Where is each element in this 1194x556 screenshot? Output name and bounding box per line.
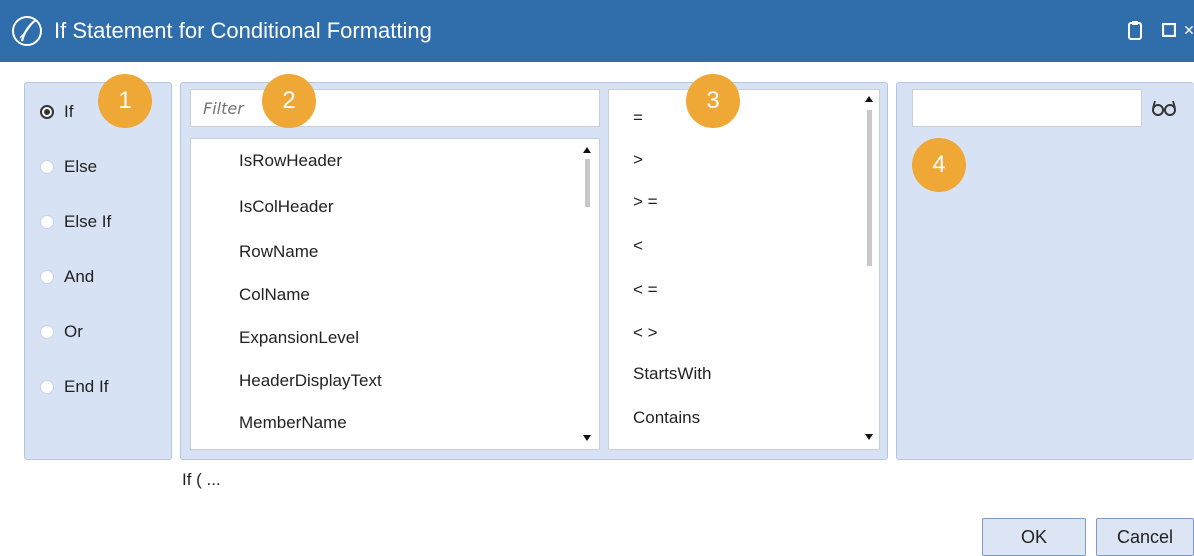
keyword-option-and[interactable]: And bbox=[40, 265, 94, 289]
keyword-label: Else bbox=[64, 157, 98, 176]
list-item[interactable]: > bbox=[633, 150, 643, 170]
radio-button-checked[interactable] bbox=[40, 105, 54, 119]
radio-button[interactable] bbox=[40, 270, 54, 284]
radio-button[interactable] bbox=[40, 215, 54, 229]
list-item[interactable]: > = bbox=[633, 192, 658, 212]
keyword-option-end-if[interactable]: End If bbox=[40, 375, 108, 399]
step-badge-4: 4 bbox=[912, 138, 966, 192]
scrollbar-thumb[interactable] bbox=[867, 110, 872, 266]
step-badge-3: 3 bbox=[686, 74, 740, 128]
list-item[interactable]: ExpansionLevel bbox=[239, 328, 359, 348]
value-input[interactable] bbox=[912, 89, 1142, 127]
ok-button[interactable]: OK bbox=[982, 518, 1086, 556]
step-badge-1: 1 bbox=[98, 74, 152, 128]
keyword-option-else-if[interactable]: Else If bbox=[40, 210, 111, 234]
radio-button[interactable] bbox=[40, 325, 54, 339]
clipboard-button[interactable] bbox=[1124, 14, 1146, 46]
list-item[interactable]: Contains bbox=[633, 408, 700, 428]
clipboard-icon bbox=[1128, 21, 1142, 40]
glasses-button[interactable] bbox=[1150, 98, 1180, 120]
keyword-option-or[interactable]: Or bbox=[40, 320, 83, 344]
scrollbar-thumb[interactable] bbox=[585, 159, 590, 207]
list-item[interactable]: StartsWith bbox=[633, 364, 711, 384]
cancel-button[interactable]: Cancel bbox=[1096, 518, 1194, 556]
keyword-label: And bbox=[64, 267, 95, 286]
glasses-icon bbox=[1152, 100, 1176, 116]
list-item[interactable]: HeaderDisplayText bbox=[239, 371, 382, 391]
list-item[interactable]: ColName bbox=[239, 285, 310, 305]
radio-button[interactable] bbox=[40, 160, 54, 174]
maximize-icon bbox=[1162, 23, 1176, 37]
operator-list[interactable]: = > > = < < = < > StartsWith Contains bbox=[608, 89, 880, 450]
scroll-up-arrow-icon[interactable] bbox=[583, 147, 591, 153]
list-item[interactable]: = bbox=[633, 108, 643, 128]
radio-button[interactable] bbox=[40, 380, 54, 394]
app-logo-icon bbox=[12, 16, 42, 46]
keyword-option-else[interactable]: Else bbox=[40, 155, 97, 179]
list-item[interactable]: < bbox=[633, 236, 643, 256]
filter-input[interactable] bbox=[190, 89, 600, 127]
list-item[interactable]: < > bbox=[633, 323, 658, 343]
step-badge-2: 2 bbox=[262, 74, 316, 128]
keyword-label: If bbox=[64, 102, 74, 121]
list-item[interactable]: IsRowHeader bbox=[239, 151, 342, 171]
keyword-label: End If bbox=[64, 377, 109, 396]
window-title: If Statement for Conditional Formatting bbox=[54, 18, 432, 43]
list-item[interactable]: RowName bbox=[239, 242, 318, 262]
close-button[interactable] bbox=[1184, 14, 1194, 46]
keyword-option-if[interactable]: If bbox=[40, 100, 73, 124]
expression-preview: If ( ... bbox=[182, 470, 221, 489]
close-icon bbox=[1184, 25, 1194, 35]
maximize-button[interactable] bbox=[1158, 14, 1180, 46]
keyword-label: Or bbox=[64, 322, 83, 341]
keyword-label: Else If bbox=[64, 212, 112, 231]
scroll-down-arrow-icon[interactable] bbox=[583, 435, 591, 441]
list-item[interactable]: MemberName bbox=[239, 413, 347, 433]
property-list[interactable]: IsRowHeader IsColHeader RowName ColName … bbox=[190, 138, 600, 450]
scroll-down-arrow-icon[interactable] bbox=[865, 434, 873, 440]
scroll-up-arrow-icon[interactable] bbox=[865, 96, 873, 102]
list-item[interactable]: IsColHeader bbox=[239, 197, 334, 217]
title-bar: If Statement for Conditional Formatting bbox=[0, 0, 1194, 62]
list-item[interactable]: < = bbox=[633, 280, 658, 300]
